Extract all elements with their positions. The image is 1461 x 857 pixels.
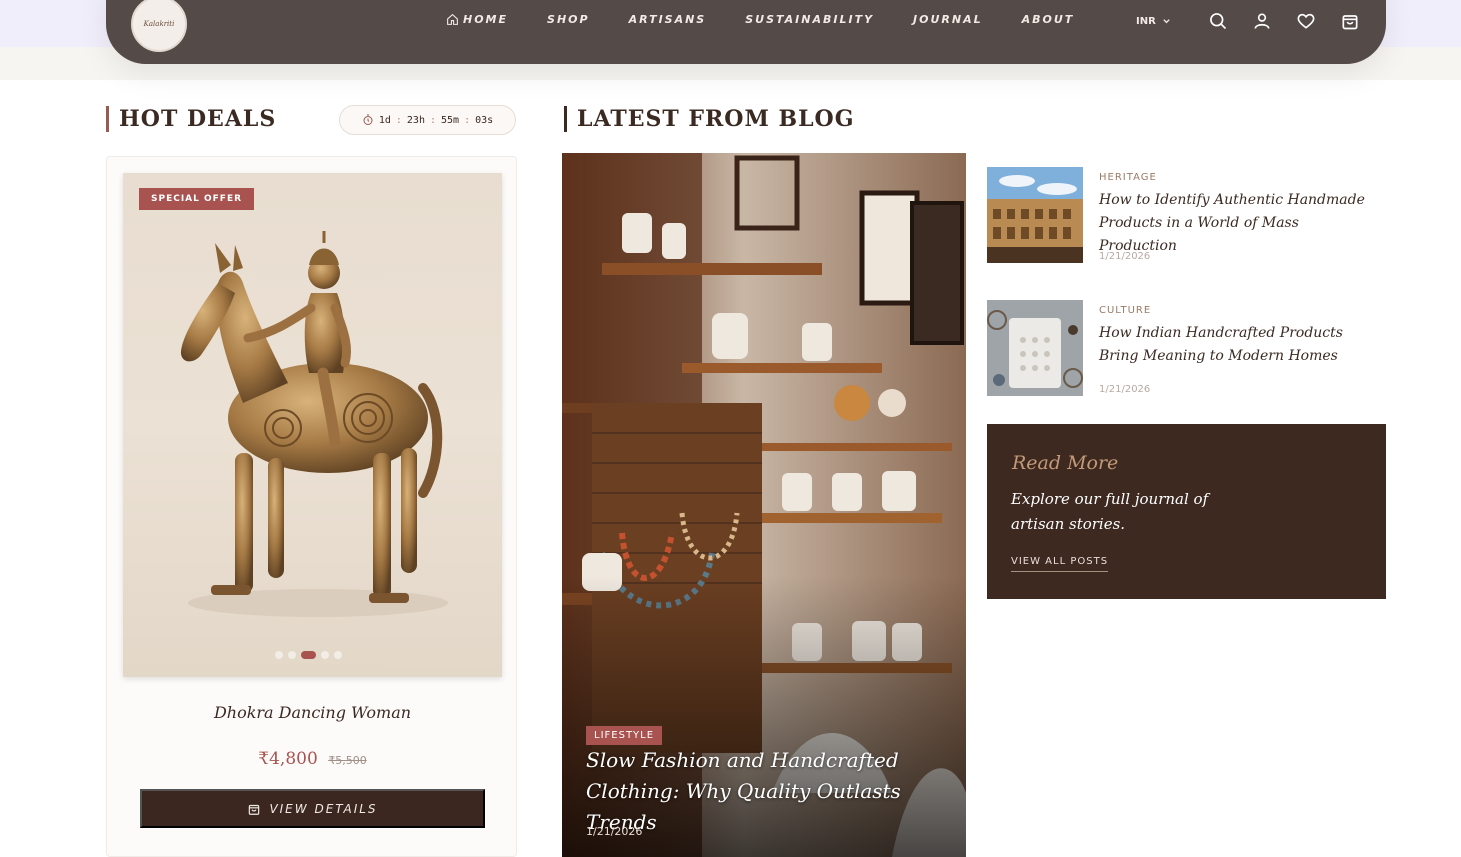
carousel-dot[interactable] — [321, 651, 329, 659]
timer-hours: 23h — [406, 114, 425, 126]
heart-icon[interactable] — [1296, 11, 1316, 31]
timer-separator: : — [395, 114, 402, 126]
nav-journal[interactable]: JOURNAL — [913, 13, 983, 26]
featured-post-date: 1/21/2026 — [586, 825, 643, 838]
blog-post-item[interactable]: CULTURE How Indian Handcrafted Products … — [987, 300, 1386, 396]
post-date: 1/21/2026 — [1099, 251, 1151, 262]
original-price: ₹5,500 — [328, 754, 367, 767]
view-all-posts-link[interactable]: VIEW ALL POSTS — [1011, 556, 1109, 572]
hot-deals-title: HOT DEALS — [106, 106, 276, 132]
bag-icon[interactable] — [1340, 11, 1360, 31]
featured-post[interactable]: LIFESTYLE Slow Fashion and Handcrafted C… — [562, 153, 966, 857]
nav-home-label: HOME — [463, 13, 509, 26]
post-thumbnail[interactable] — [987, 300, 1083, 396]
timer-minutes: 55m — [441, 114, 460, 126]
carousel-dot[interactable] — [288, 651, 296, 659]
nav-sustainability[interactable]: SUSTAINABILITY — [745, 13, 874, 26]
logo[interactable]: Kalakriti — [131, 0, 187, 52]
carousel-dot[interactable] — [275, 651, 283, 659]
timer-separator: : — [429, 114, 436, 126]
featured-category-badge[interactable]: LIFESTYLE — [586, 726, 663, 745]
post-category: HERITAGE — [1099, 172, 1157, 183]
stopwatch-icon — [363, 114, 373, 125]
search-icon[interactable] — [1208, 11, 1228, 31]
view-details-label: VIEW DETAILS — [269, 801, 378, 816]
currency-select[interactable]: INR — [1136, 16, 1171, 27]
nav-home[interactable]: HOME — [446, 13, 508, 26]
heritage-building-image — [987, 167, 1083, 263]
nav-shop[interactable]: SHOP — [547, 13, 590, 26]
timer-separator: : — [464, 114, 471, 126]
read-more-card: Read More Explore our full journal of ar… — [987, 424, 1386, 599]
logo-text: Kalakriti — [143, 19, 175, 28]
sale-price: ₹4,800 — [258, 749, 318, 769]
product-name[interactable]: Dhokra Dancing Woman — [107, 703, 518, 722]
dhokra-horse-rider-illustration — [180, 231, 448, 617]
nav-artisans[interactable]: ARTISANS — [629, 13, 707, 26]
currency-value: INR — [1136, 16, 1156, 27]
textile-flatlay-image — [987, 300, 1083, 396]
post-title[interactable]: How to Identify Authentic Handmade Produ… — [1099, 189, 1379, 258]
countdown-timer: 1d : 23h : 55m : 03s — [339, 105, 516, 135]
read-more-label: Read More — [1012, 452, 1119, 474]
chevron-down-icon — [1163, 19, 1170, 24]
post-date: 1/21/2026 — [1099, 384, 1151, 395]
timer-days: 1d — [378, 114, 391, 126]
user-icon[interactable] — [1252, 11, 1272, 31]
deal-product-image[interactable]: SPECIAL OFFER — [123, 173, 502, 677]
blog-post-item[interactable]: HERITAGE How to Identify Authentic Handm… — [987, 167, 1386, 263]
home-icon — [447, 13, 458, 25]
navbar: Kalakriti HOME SHOP ARTISANS SUSTAINABIL… — [106, 0, 1386, 64]
carousel-dots — [275, 651, 342, 659]
product-price: ₹4,800 ₹5,500 — [107, 749, 518, 769]
read-more-text: Explore our full journal of artisan stor… — [1011, 490, 1209, 533]
special-offer-badge: SPECIAL OFFER — [139, 188, 255, 210]
bag-icon — [249, 804, 260, 815]
view-details-button[interactable]: VIEW DETAILS — [140, 789, 485, 828]
post-thumbnail[interactable] — [987, 167, 1083, 263]
post-category: CULTURE — [1099, 305, 1152, 316]
deal-card: SPECIAL OFFER Dhokra Dancing Woman ₹4,80… — [106, 156, 517, 857]
carousel-dot-active[interactable] — [301, 651, 316, 659]
carousel-dot[interactable] — [334, 651, 342, 659]
blog-title: LATEST FROM BLOG — [564, 106, 855, 132]
timer-seconds: 03s — [475, 114, 494, 126]
nav-about[interactable]: ABOUT — [1022, 13, 1075, 26]
nav-icons — [1208, 11, 1360, 31]
nav-links: HOME SHOP ARTISANS SUSTAINABILITY JOURNA… — [446, 13, 1113, 26]
post-title[interactable]: How Indian Handcrafted Products Bring Me… — [1099, 322, 1379, 368]
